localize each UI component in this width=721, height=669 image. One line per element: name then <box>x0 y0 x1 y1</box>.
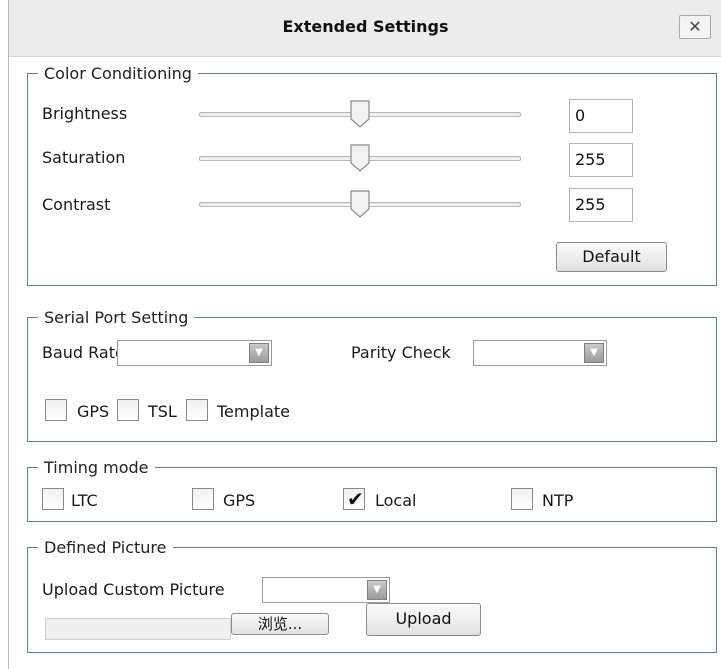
chevron-down-icon[interactable]: ▼ <box>367 580 387 600</box>
close-icon: ✕ <box>688 17 702 36</box>
gps-timing-checkbox[interactable] <box>192 488 214 510</box>
ntp-checkbox[interactable] <box>511 488 533 510</box>
serial-port-group: Serial Port Setting <box>27 308 717 442</box>
gps-serial-label: GPS <box>77 402 110 421</box>
saturation-value-input[interactable]: 255 <box>569 143 633 177</box>
ltc-label: LTC <box>71 491 98 510</box>
timing-mode-group: Timing mode <box>27 458 717 522</box>
upload-custom-picture-select[interactable]: ▼ <box>262 577 390 603</box>
parity-check-label: Parity Check <box>351 343 451 362</box>
brightness-slider-thumb[interactable] <box>349 99 371 129</box>
baud-rate-label: Baud Rate <box>42 343 125 362</box>
contrast-value-input[interactable]: 255 <box>569 188 633 222</box>
file-path-input[interactable] <box>45 618 231 640</box>
browse-button[interactable]: 浏览... <box>231 613 329 635</box>
baud-rate-select[interactable]: ▼ <box>117 340 272 366</box>
chevron-down-icon[interactable]: ▼ <box>249 343 269 363</box>
brightness-label: Brightness <box>42 104 128 123</box>
serial-port-legend: Serial Port Setting <box>44 308 189 327</box>
gps-timing-label: GPS <box>223 491 256 510</box>
template-checkbox[interactable] <box>186 399 208 421</box>
ltc-checkbox[interactable] <box>42 488 64 510</box>
color-conditioning-legend: Color Conditioning <box>44 64 192 83</box>
default-button[interactable]: Default <box>556 242 667 272</box>
template-label: Template <box>217 402 291 421</box>
saturation-label: Saturation <box>42 148 126 167</box>
gps-serial-checkbox[interactable] <box>45 399 67 421</box>
local-checkbox[interactable]: ✔ <box>343 487 365 511</box>
ntp-label: NTP <box>542 491 574 510</box>
brightness-value-input[interactable]: 0 <box>569 99 633 133</box>
checkmark-icon: ✔ <box>347 487 364 511</box>
saturation-slider-thumb[interactable] <box>349 143 371 173</box>
chevron-down-icon[interactable]: ▼ <box>584 343 604 363</box>
dialog-title: Extended Settings <box>282 17 449 36</box>
contrast-slider-thumb[interactable] <box>349 189 371 219</box>
close-button[interactable]: ✕ <box>679 15 711 39</box>
extended-settings-dialog: Extended Settings ✕ Color Conditioning B… <box>8 0 721 669</box>
timing-mode-legend: Timing mode <box>44 458 149 477</box>
parity-check-select[interactable]: ▼ <box>473 340 607 366</box>
tsl-checkbox[interactable] <box>117 399 139 421</box>
tsl-label: TSL <box>148 402 177 421</box>
defined-picture-legend: Defined Picture <box>44 538 167 557</box>
upload-button[interactable]: Upload <box>366 603 481 636</box>
contrast-label: Contrast <box>42 195 111 214</box>
upload-custom-picture-label: Upload Custom Picture <box>42 580 225 599</box>
local-label: Local <box>375 491 417 510</box>
title-bar[interactable]: Extended Settings ✕ <box>9 0 721 57</box>
